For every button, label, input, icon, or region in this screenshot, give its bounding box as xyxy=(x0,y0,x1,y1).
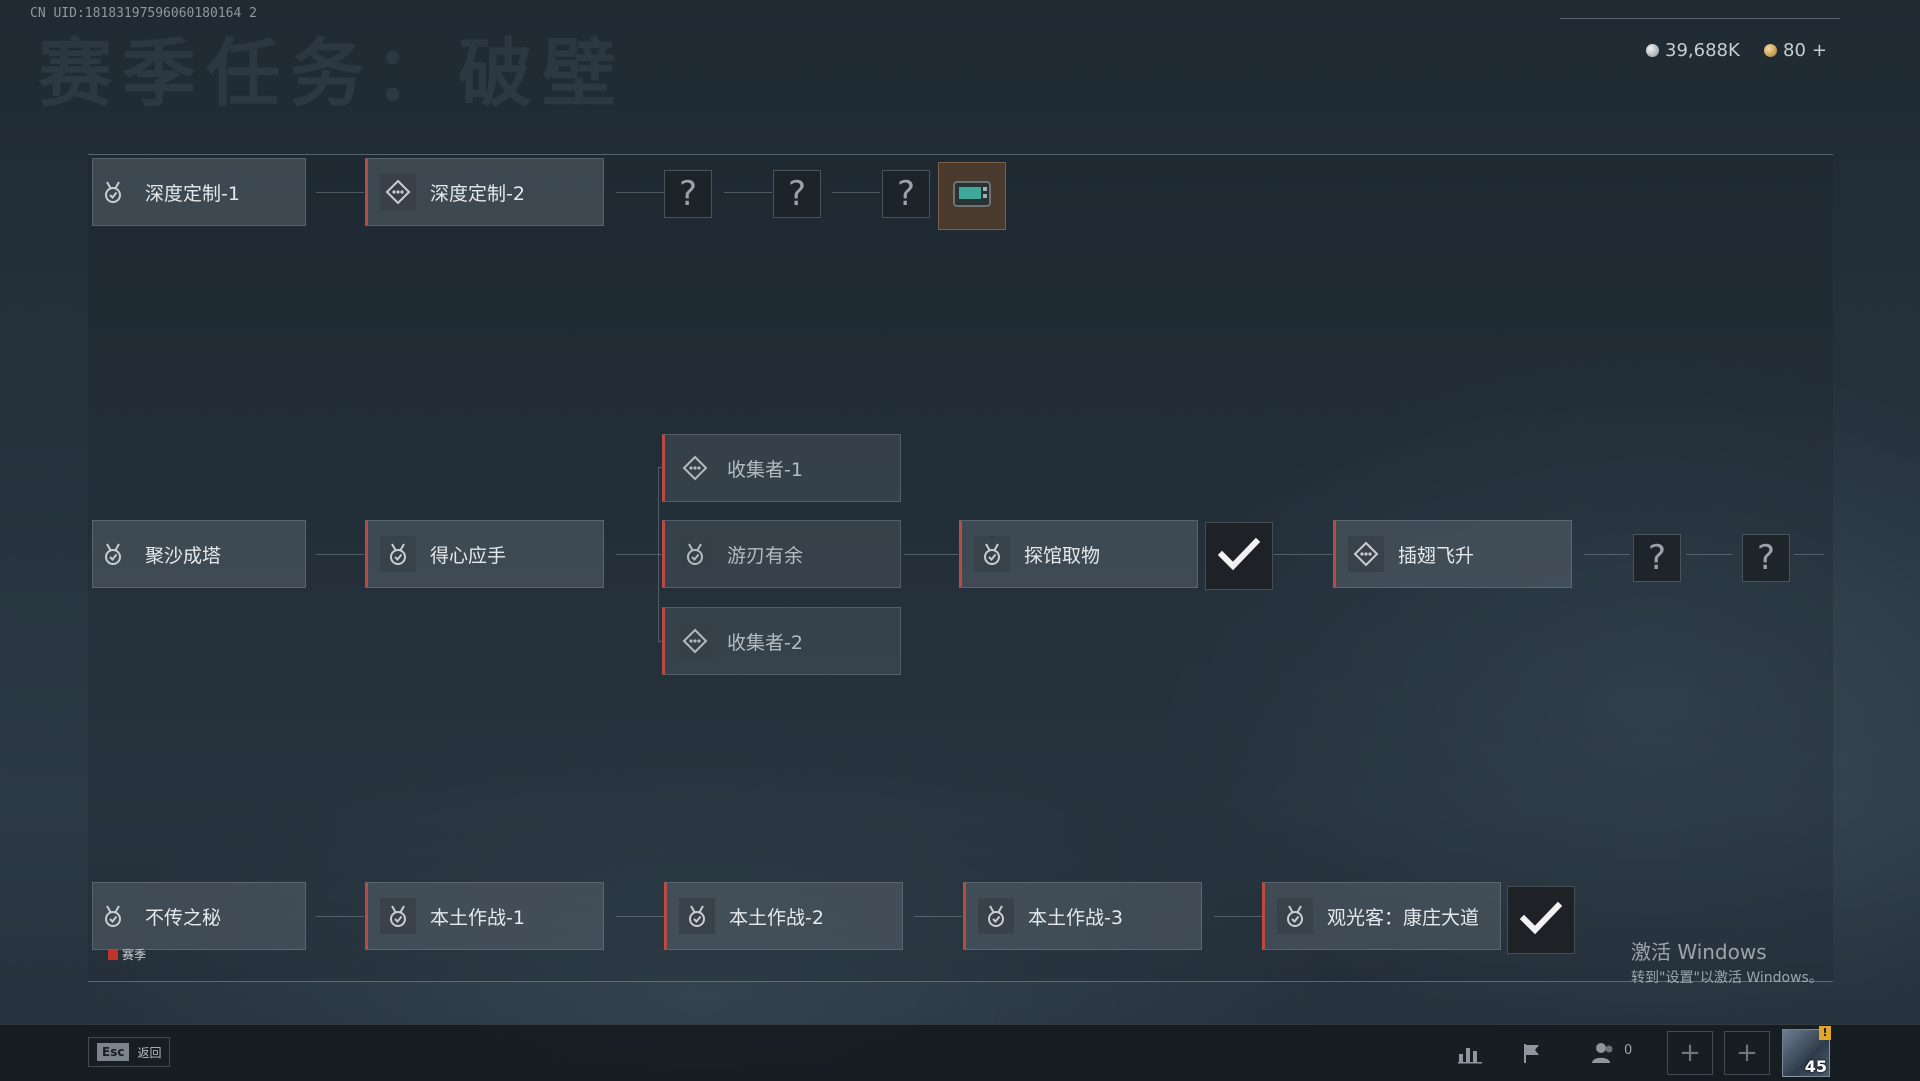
add-gold-button[interactable]: + xyxy=(1812,40,1827,61)
back-button[interactable]: Esc 返回 xyxy=(88,1037,171,1067)
mission-label: 本土作战-1 xyxy=(430,906,525,929)
mission-label: 不传之秘 xyxy=(145,906,222,929)
mission-card-collector-2[interactable]: 收集者-2 xyxy=(662,607,901,675)
alert-badge: ! xyxy=(1819,1026,1831,1040)
diamond-dots-icon xyxy=(677,450,713,486)
bottom-bar: Esc 返回 0 + + ! 45 xyxy=(0,1024,1920,1081)
season-tag: 赛季 xyxy=(108,946,146,963)
watermark-line-2: 转到"设置"以激活 Windows。 xyxy=(1631,970,1823,986)
mission-label: 插翅飞升 xyxy=(1398,544,1475,567)
medal-check-icon xyxy=(380,536,416,572)
mission-card-collector-1[interactable]: 收集者-1 xyxy=(662,434,901,502)
season-marker xyxy=(108,949,118,960)
mission-card-deep-custom-2[interactable]: 深度定制-2 xyxy=(365,158,604,226)
unknown-mission-slot[interactable]: ? xyxy=(1742,534,1790,582)
mission-label: 观光客：康庄大道 xyxy=(1327,906,1480,929)
stats-icon[interactable] xyxy=(1454,1037,1486,1069)
mission-card-proficient[interactable]: 游刃有余 xyxy=(662,520,901,588)
mission-label: 深度定制-2 xyxy=(430,182,525,205)
mission-card-tourist-boulevard[interactable]: 观光客：康庄大道 xyxy=(1262,882,1501,950)
unknown-mission-slot[interactable]: ? xyxy=(882,170,930,218)
completed-status xyxy=(1507,886,1575,954)
medal-check-icon xyxy=(974,536,1010,572)
mission-card-secret[interactable]: 不传之秘 xyxy=(92,882,306,950)
medal-check-icon xyxy=(978,898,1014,934)
mission-card-deep-custom-1[interactable]: 深度定制-1 xyxy=(92,158,306,226)
esc-key: Esc xyxy=(97,1043,130,1061)
mission-label: 得心应手 xyxy=(430,544,507,567)
medal-check-icon xyxy=(95,174,131,210)
watermark-line-1: 激活 Windows xyxy=(1631,940,1767,964)
header-divider xyxy=(1560,18,1840,19)
mission-card-take-flight[interactable]: 插翅飞升 xyxy=(1333,520,1572,588)
mission-label: 本土作战-2 xyxy=(729,906,824,929)
silver-amount: 39,688K xyxy=(1665,40,1740,61)
mission-label: 本土作战-3 xyxy=(1028,906,1123,929)
mission-label: 收集者-2 xyxy=(727,631,803,654)
silver-coin-icon xyxy=(1646,44,1659,57)
checkmark-icon xyxy=(1519,901,1563,939)
medal-check-icon xyxy=(95,536,131,572)
medal-check-icon xyxy=(1277,898,1313,934)
season-tag-label: 赛季 xyxy=(122,948,147,962)
page-title: 赛季任务：破壁 xyxy=(38,31,626,117)
unknown-mission-slot[interactable]: ? xyxy=(1633,534,1681,582)
mission-label: 收集者-1 xyxy=(727,458,803,481)
mission-label: 探馆取物 xyxy=(1024,544,1101,567)
party-slot-add-button[interactable]: + xyxy=(1724,1031,1770,1075)
windows-activation-watermark: 激活 Windows 转到"设置"以激活 Windows。 xyxy=(1631,936,1823,987)
checkmark-icon xyxy=(1217,537,1261,575)
device-chip-icon xyxy=(950,176,994,216)
mission-card-explore-museum[interactable]: 探馆取物 xyxy=(959,520,1198,588)
mission-card-home-battle-1[interactable]: 本土作战-1 xyxy=(365,882,604,950)
mission-card-home-battle-3[interactable]: 本土作战-3 xyxy=(963,882,1202,950)
diamond-dots-icon xyxy=(380,174,416,210)
medal-check-icon xyxy=(679,898,715,934)
medal-check-icon xyxy=(95,898,131,934)
player-avatar[interactable]: ! 45 xyxy=(1782,1026,1831,1077)
mission-label: 游刃有余 xyxy=(727,544,804,567)
friends-icon[interactable] xyxy=(1588,1037,1620,1069)
mission-card-sand-tower[interactable]: 聚沙成塔 xyxy=(92,520,306,588)
mission-card-handy[interactable]: 得心应手 xyxy=(365,520,604,588)
silver-currency: 39,688K xyxy=(1646,40,1740,61)
unknown-mission-slot[interactable]: ? xyxy=(664,170,712,218)
unknown-mission-slot[interactable]: ? xyxy=(773,170,821,218)
medal-check-icon xyxy=(380,898,416,934)
back-label: 返回 xyxy=(137,1045,162,1060)
gold-amount: 80 xyxy=(1783,40,1806,61)
friends-count: 0 xyxy=(1624,1043,1633,1058)
player-level: 45 xyxy=(1804,1057,1827,1076)
party-slot-add-button[interactable]: + xyxy=(1667,1031,1713,1075)
gold-coin-icon xyxy=(1764,44,1777,57)
medal-check-icon xyxy=(677,536,713,572)
diamond-dots-icon xyxy=(677,623,713,659)
diamond-dots-icon xyxy=(1348,536,1384,572)
mission-label: 聚沙成塔 xyxy=(145,544,222,567)
mission-label: 深度定制-1 xyxy=(145,182,240,205)
reward-item[interactable] xyxy=(938,162,1006,230)
flag-icon[interactable] xyxy=(1516,1037,1548,1069)
completed-status xyxy=(1205,522,1273,590)
gold-currency[interactable]: 80 + xyxy=(1764,40,1827,61)
mission-card-home-battle-2[interactable]: 本土作战-2 xyxy=(664,882,903,950)
